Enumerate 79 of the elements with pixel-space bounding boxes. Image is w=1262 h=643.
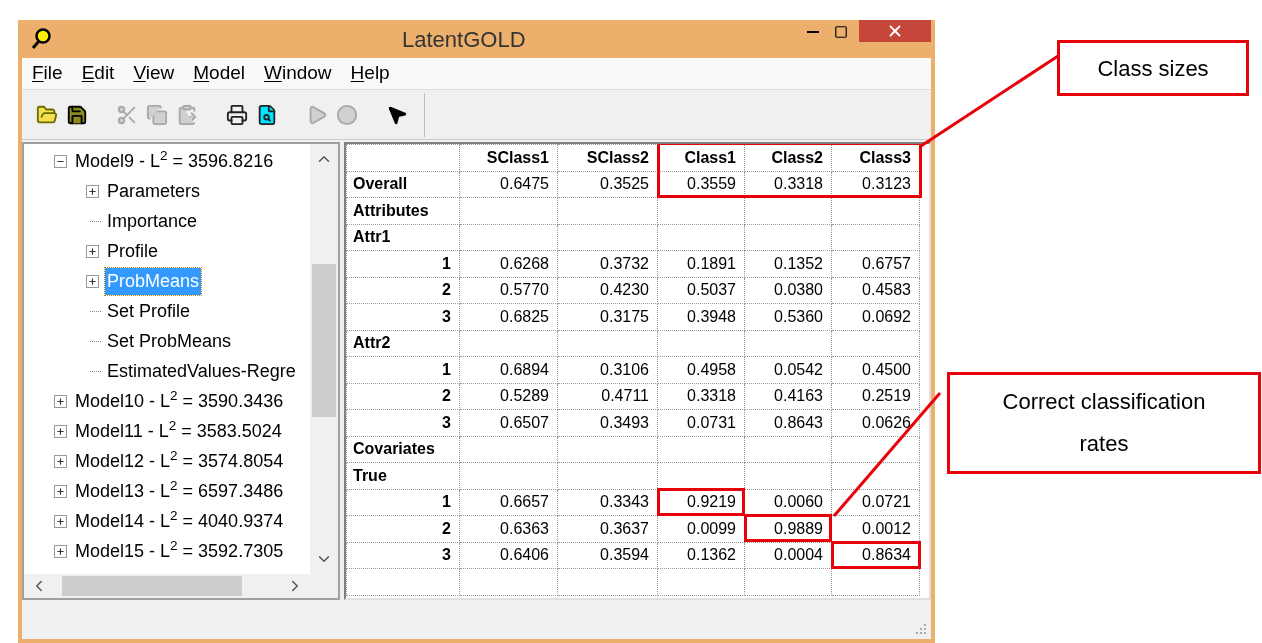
table-cell: 0.0626 — [831, 409, 920, 436]
row-label: 2 — [346, 515, 460, 542]
table-cell: 0.4500 — [831, 356, 920, 383]
row-label: Overall — [346, 171, 460, 198]
tree-item[interactable]: Set Profile — [105, 297, 193, 325]
table-cell: 0.3594 — [557, 542, 658, 569]
window-title: LatentGOLD — [402, 25, 526, 54]
menu-item[interactable]: Window — [264, 59, 332, 88]
table-cell: 0.3318 — [657, 383, 745, 410]
table-cell: 0.0721 — [831, 489, 920, 516]
table-cell: 0.6268 — [459, 250, 558, 277]
tree-item[interactable]: Model11 - L$^{2}$ = 3583.5024 — [73, 417, 284, 445]
table-cell: 0.0731 — [657, 409, 745, 436]
tree-item[interactable]: Model9 - L$^{2}$ = 3596.8216 — [73, 147, 276, 175]
table-cell: 0.0380 — [744, 277, 832, 304]
table-cell: 0.0542 — [744, 356, 832, 383]
table-cell: 0.6894 — [459, 356, 558, 383]
table-cell: 0.1362 — [657, 542, 745, 569]
table-cell: 0.6757 — [831, 250, 920, 277]
row-label: 3 — [346, 303, 460, 330]
table-cell: 0.5360 — [744, 303, 832, 330]
column-header: SClass2 — [557, 144, 658, 171]
table-cell: 0.6475 — [459, 171, 558, 198]
table-cell: 0.4583 — [831, 277, 920, 304]
tree-item[interactable]: Importance — [105, 207, 200, 235]
menu-item[interactable]: View — [133, 59, 175, 88]
table-cell: 0.4163 — [744, 383, 832, 410]
table-cell: 0.3175 — [557, 303, 658, 330]
row-label: 3 — [346, 542, 460, 569]
table-cell: 0.4230 — [557, 277, 658, 304]
table-cell: 0.5289 — [459, 383, 558, 410]
row-label: 1 — [346, 250, 460, 277]
tree-item[interactable]: Set ProbMeans — [105, 327, 234, 355]
table-cell: 0.6825 — [459, 303, 558, 330]
table-cell: 0.3732 — [557, 250, 658, 277]
callout: Class sizes — [1057, 40, 1249, 96]
menu-item[interactable]: Edit — [81, 59, 115, 88]
tree-item[interactable]: Model14 - L$^{2}$ = 4040.9374 — [73, 507, 286, 535]
row-label: Attr2 — [346, 330, 460, 357]
row-label: 3 — [346, 409, 460, 436]
table-cell: 0.3106 — [557, 356, 658, 383]
table-cell: 0.3948 — [657, 303, 745, 330]
row-label: 1 — [346, 489, 460, 516]
table-cell: 0.6507 — [459, 409, 558, 436]
row-label: 2 — [346, 383, 460, 410]
column-header: Class1 — [657, 144, 745, 171]
row-label: 2 — [346, 277, 460, 304]
table-cell: 0.4958 — [657, 356, 745, 383]
row-label: Attr1 — [346, 224, 460, 251]
table-cell: 0.3493 — [557, 409, 658, 436]
column-header: Class2 — [744, 144, 832, 171]
column-header: SClass1 — [459, 144, 558, 171]
tree-item[interactable]: EstimatedValues-Regre — [105, 357, 298, 385]
table-cell: 0.5037 — [657, 277, 745, 304]
row-label: Attributes — [346, 197, 460, 224]
menu-item[interactable]: Help — [350, 59, 390, 88]
table-cell: 0.0692 — [831, 303, 920, 330]
row-label: Covariates — [346, 436, 460, 463]
tree-item[interactable]: Profile — [105, 237, 161, 265]
row-label: 1 — [346, 356, 460, 383]
tree-item[interactable]: Model15 - L$^{2}$ = 3592.7305 — [73, 537, 286, 565]
table-cell: 0.2519 — [831, 383, 920, 410]
table-cell: 0.8643 — [744, 409, 832, 436]
table-cell: 0.5770 — [459, 277, 558, 304]
table-cell: 0.3637 — [557, 515, 658, 542]
tree-item[interactable]: Model13 - L$^{2}$ = 6597.3486 — [73, 477, 286, 505]
table-cell: 0.6363 — [459, 515, 558, 542]
tree-item[interactable]: Parameters — [105, 177, 203, 205]
tree-item[interactable]: Model12 - L$^{2}$ = 3574.8054 — [73, 447, 286, 475]
table-cell: 0.6657 — [459, 489, 558, 516]
table-cell: 0.6406 — [459, 542, 558, 569]
row-label: True — [346, 462, 460, 489]
table-cell: 0.4711 — [557, 383, 658, 410]
menu-item[interactable]: Model — [193, 59, 245, 88]
table-cell: 0.1352 — [744, 250, 832, 277]
callout: Correct classification rates — [947, 372, 1261, 474]
tree-item[interactable]: Model10 - L$^{2}$ = 3590.3436 — [73, 387, 286, 415]
table-cell: 0.1891 — [657, 250, 745, 277]
menu-item[interactable]: File — [32, 59, 63, 88]
